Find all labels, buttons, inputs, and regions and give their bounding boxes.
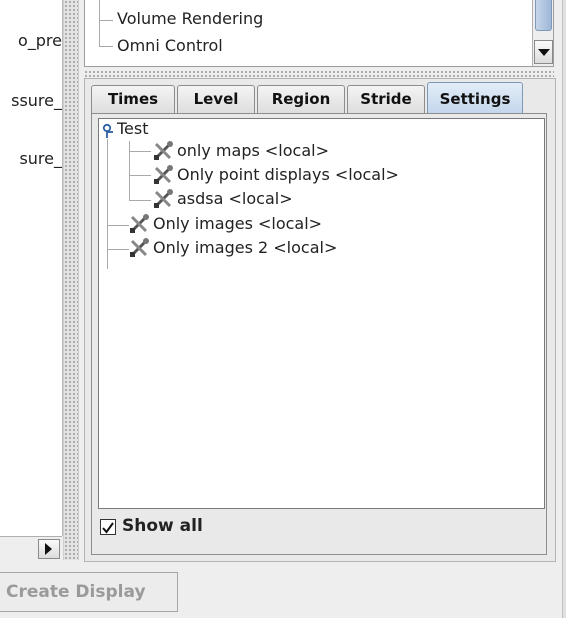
split-pane-divider[interactable] bbox=[63, 0, 79, 560]
scroll-right-button[interactable] bbox=[38, 539, 60, 559]
scrollbar-thumb[interactable] bbox=[535, 0, 552, 31]
arrow-right-icon bbox=[45, 543, 52, 555]
tab-stride[interactable]: Stride bbox=[347, 85, 425, 113]
horizontal-scrollbar[interactable] bbox=[0, 536, 62, 561]
display-type-tree: Volume Rendering Omni Control bbox=[84, 0, 554, 67]
properties-tab-panel: Times Level Region Stride Settings Test bbox=[84, 78, 556, 562]
tree-item[interactable]: asdsa <local> bbox=[177, 189, 293, 208]
tools-icon bbox=[130, 214, 149, 233]
settings-tree: Test only maps <local> Only point displa… bbox=[98, 118, 545, 509]
list-item[interactable]: ssure_ bbox=[0, 91, 62, 110]
tab-region[interactable]: Region bbox=[257, 85, 345, 113]
checkbox-box[interactable] bbox=[100, 519, 116, 535]
tab-settings[interactable]: Settings bbox=[427, 82, 523, 114]
tools-icon bbox=[154, 141, 173, 160]
check-icon bbox=[102, 522, 114, 534]
create-display-button[interactable]: Create Display bbox=[0, 572, 178, 612]
split-pane-divider-horizontal[interactable] bbox=[84, 70, 554, 78]
show-all-label: Show all bbox=[122, 516, 203, 536]
tree-item[interactable]: only maps <local> bbox=[177, 141, 329, 160]
vertical-scrollbar[interactable] bbox=[532, 0, 553, 66]
tree-root-label[interactable]: Test bbox=[117, 119, 149, 138]
window-edge bbox=[562, 0, 566, 618]
tree-item[interactable]: Only point displays <local> bbox=[177, 165, 399, 184]
pin-icon bbox=[102, 123, 113, 138]
display-list: o_pre ssure_ sure_ bbox=[0, 0, 63, 536]
tree-item[interactable]: Volume Rendering bbox=[117, 9, 263, 28]
tree-item[interactable]: Only images 2 <local> bbox=[153, 238, 337, 257]
settings-tab-content: Test only maps <local> Only point displa… bbox=[91, 113, 547, 555]
tools-icon bbox=[130, 238, 149, 257]
list-item[interactable]: sure_ bbox=[0, 149, 62, 168]
tools-icon bbox=[154, 189, 173, 208]
tab-level[interactable]: Level bbox=[177, 85, 255, 113]
tree-item[interactable]: Only images <local> bbox=[153, 214, 322, 233]
list-item[interactable]: o_pre bbox=[0, 31, 62, 50]
tools-icon bbox=[154, 165, 173, 184]
scroll-down-button[interactable] bbox=[534, 40, 553, 64]
tree-item[interactable]: Omni Control bbox=[117, 36, 223, 55]
arrow-down-icon bbox=[538, 49, 550, 56]
tab-times[interactable]: Times bbox=[91, 85, 175, 113]
